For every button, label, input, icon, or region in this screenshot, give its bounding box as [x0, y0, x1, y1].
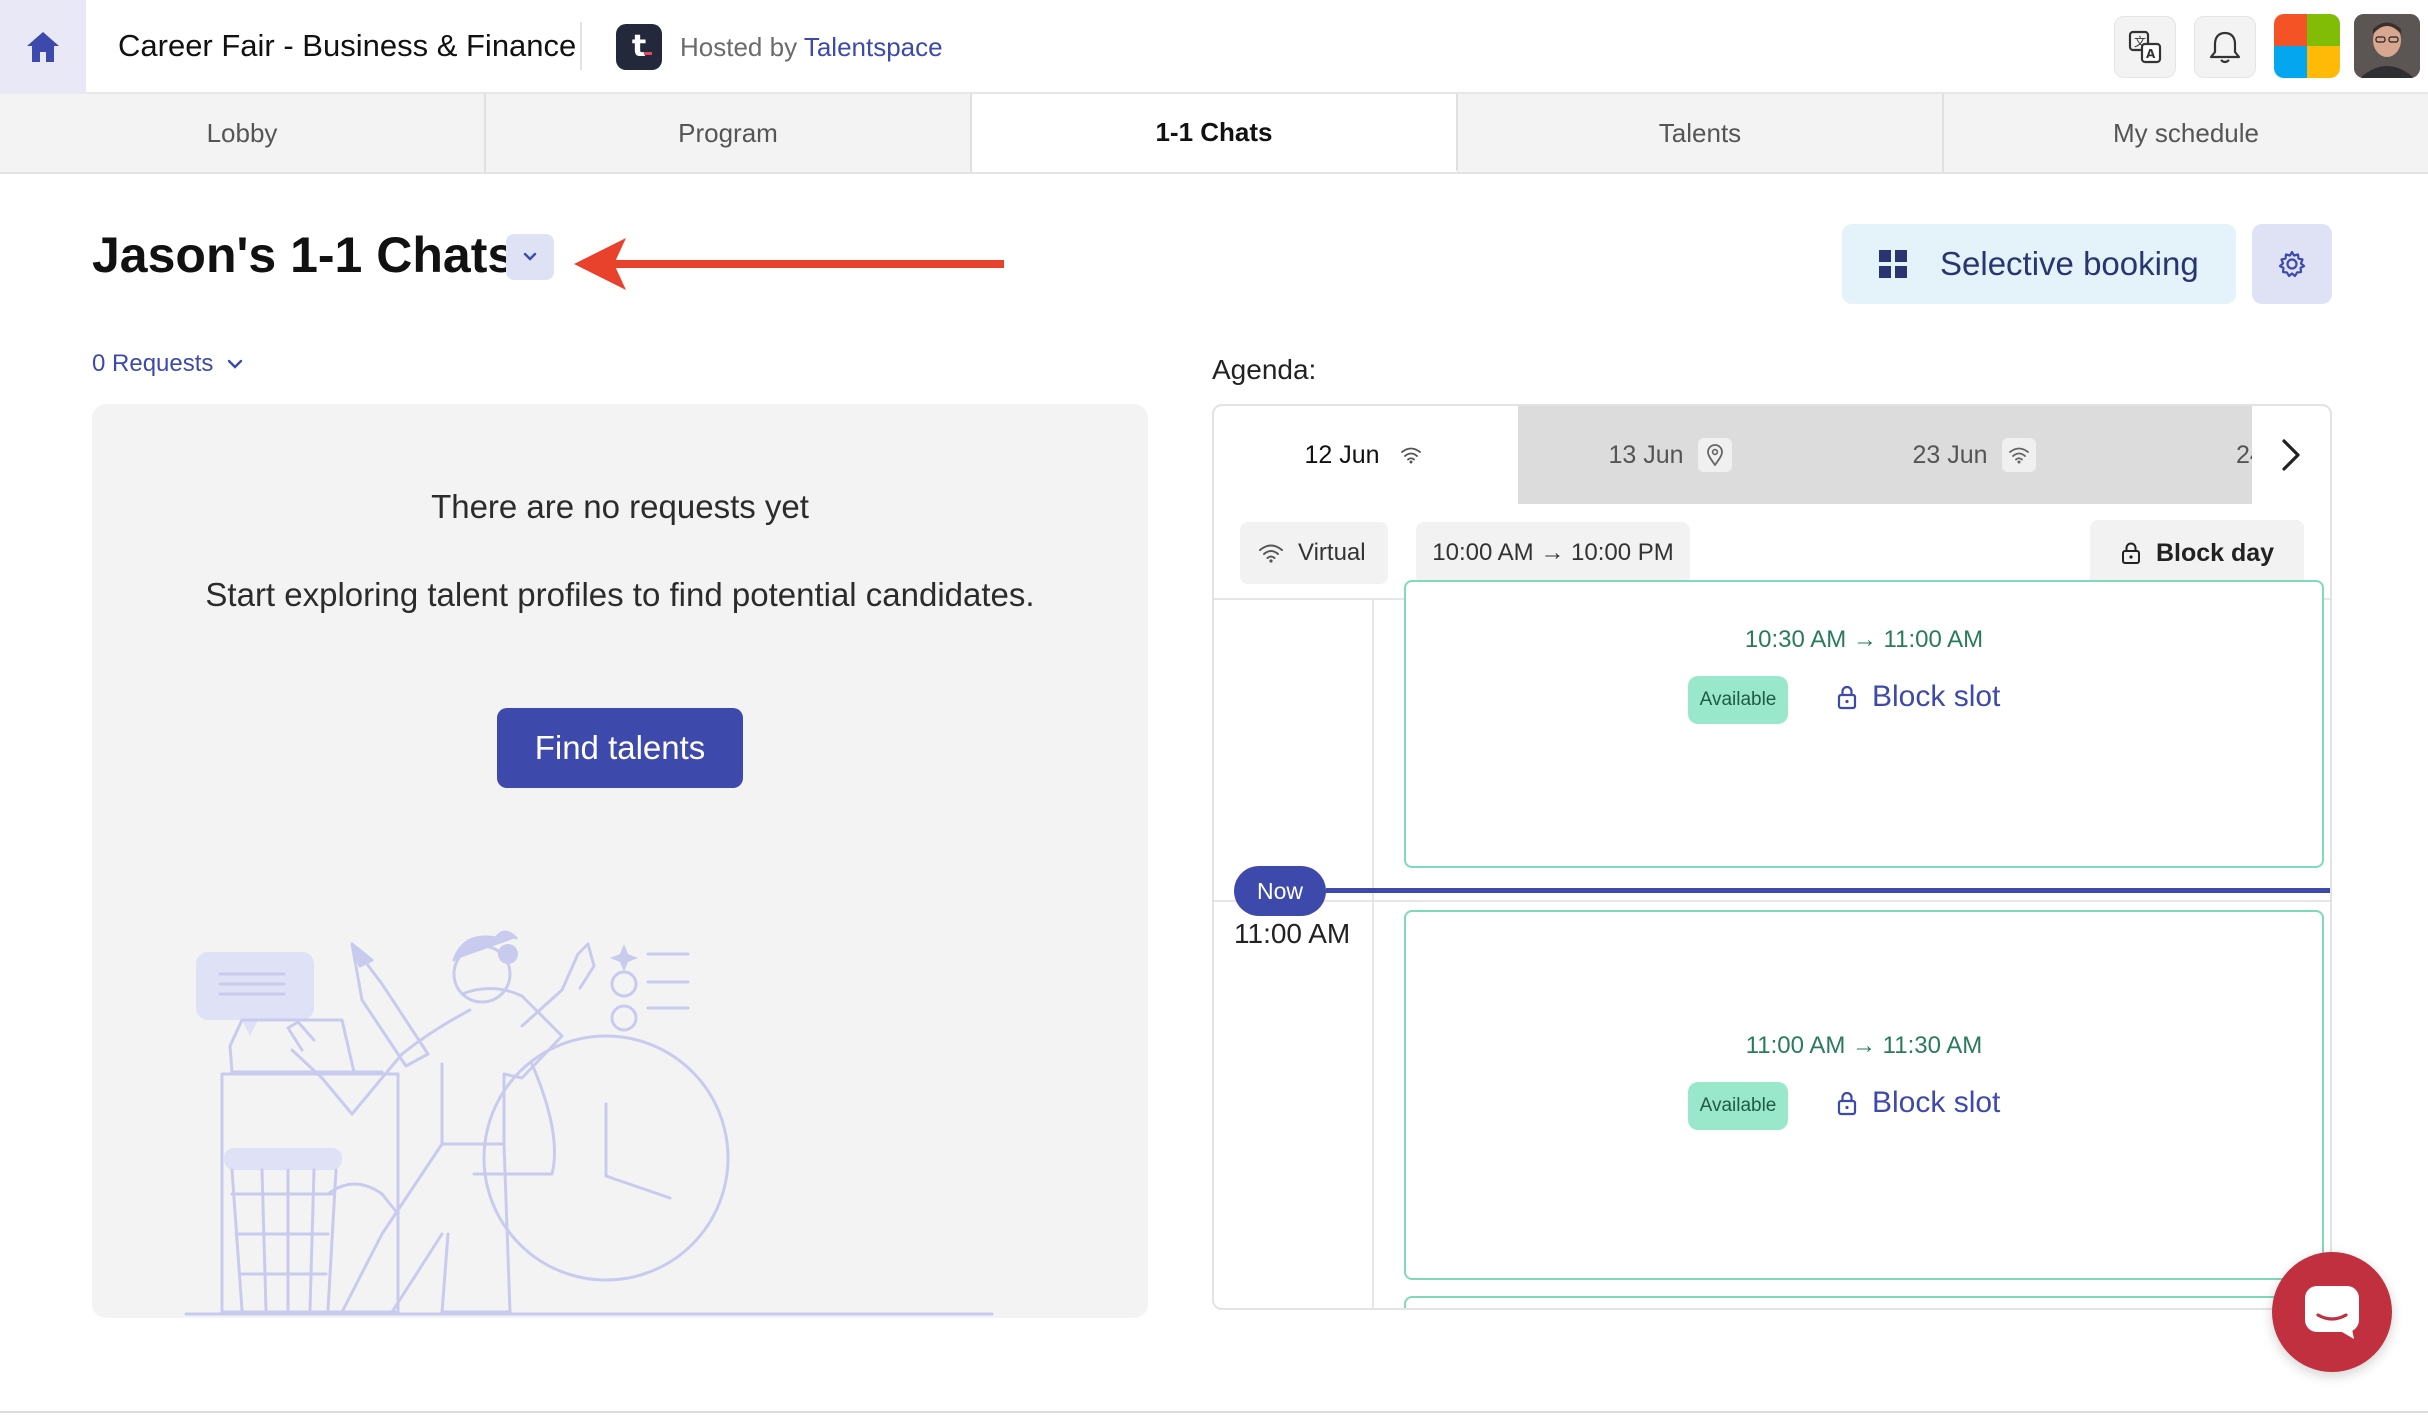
title-dropdown-button[interactable]: [506, 234, 554, 280]
svg-text:A: A: [2146, 47, 2156, 61]
selective-booking-label: Selective booking: [1940, 245, 2199, 282]
virtual-mode-label: Virtual: [1298, 539, 1366, 566]
hosted-by: Hosted by Talentspace: [680, 32, 943, 63]
support-chat-button[interactable]: [2272, 1252, 2392, 1372]
day-tab-label: 23 Jun: [1912, 440, 1988, 469]
tab-1-1-chats[interactable]: 1-1 Chats: [972, 94, 1458, 172]
tab-lobby[interactable]: Lobby: [0, 94, 486, 172]
notifications-button[interactable]: [2194, 16, 2256, 78]
translate-button[interactable]: 文 A: [2114, 16, 2176, 78]
host-logo-letter: t: [631, 29, 647, 64]
empty-state-subtitle: Start exploring talent profiles to find …: [205, 576, 1035, 613]
now-indicator: Now: [1234, 866, 1326, 916]
lock-icon: [2121, 542, 2140, 564]
tab-my-schedule[interactable]: My schedule: [1944, 94, 2428, 172]
selective-booking-button[interactable]: Selective booking: [1842, 224, 2236, 304]
status-badge: Available: [1688, 1082, 1788, 1130]
tab-talents[interactable]: Talents: [1458, 94, 1944, 172]
chevron-down-icon: [523, 252, 537, 261]
event-title: Career Fair - Business & Finance: [118, 28, 577, 63]
slot-time-range: 10:30 AM → 11:00 AM: [1744, 626, 1984, 653]
page-title: Jason's 1-1 Chats: [92, 227, 516, 283]
requests-dropdown[interactable]: 0 Requests: [92, 350, 245, 378]
organization-logo[interactable]: [2274, 14, 2340, 78]
chevron-right-icon: [2282, 439, 2300, 471]
grid-icon: [1879, 250, 1907, 278]
tab-program[interactable]: Program: [486, 94, 972, 172]
hosted-prefix: Hosted by: [680, 32, 798, 62]
wifi-icon: [1400, 447, 1421, 464]
empty-state-illustration: [184, 930, 994, 1316]
chevron-down-icon: [228, 359, 243, 369]
block-slot-label: Block slot: [1872, 1086, 2001, 1119]
hour-divider: [1214, 900, 2330, 902]
avatar-photo: [2354, 14, 2420, 78]
day-tab-12-jun[interactable]: 12 Jun: [1214, 406, 1518, 504]
host-link[interactable]: Talentspace: [804, 32, 943, 62]
settings-button[interactable]: [2252, 224, 2332, 304]
find-talents-button[interactable]: Find talents: [497, 708, 743, 788]
status-badge: Available: [1688, 676, 1788, 724]
agenda-day-tabs: 12 Jun 13 Jun 23 Jun 24: [1214, 406, 2330, 504]
lock-icon: [1837, 685, 1857, 710]
time-slot[interactable]: [1404, 1296, 2324, 1308]
time-range-chip[interactable]: 10:00 AM → 10:00 PM: [1416, 522, 1690, 584]
block-slot-button[interactable]: Block slot: [1836, 680, 2000, 714]
bell-icon: [2209, 31, 2241, 64]
virtual-mode-chip[interactable]: Virtual: [1240, 522, 1388, 584]
agenda-panel: 12 Jun 13 Jun 23 Jun 24 Virtual 10:00 AM…: [1212, 404, 2332, 1310]
requests-label: 0 Requests: [92, 350, 214, 377]
chat-icon: [2305, 1286, 2359, 1339]
lock-icon: [1837, 1091, 1857, 1116]
host-logo: t: [616, 24, 662, 70]
requests-empty-panel: There are no requests yet Start explorin…: [92, 404, 1148, 1318]
user-avatar[interactable]: [2354, 14, 2420, 78]
day-tab-23-jun[interactable]: 23 Jun: [1822, 406, 2126, 504]
annotation-arrow: [574, 238, 1004, 290]
block-day-label: Block day: [2155, 538, 2275, 567]
block-day-button[interactable]: Block day: [2090, 520, 2304, 586]
agenda-timeline: 10:30 AM → 11:00 AM Available Block slot…: [1214, 580, 2330, 1308]
main-tabs: Lobby Program 1-1 Chats Talents My sched…: [0, 94, 2428, 174]
wifi-icon: [1259, 544, 1283, 563]
day-tab-label: 13 Jun: [1608, 440, 1684, 469]
wifi-icon: [2008, 447, 2029, 464]
top-header: Career Fair - Business & Finance t Hoste…: [0, 0, 2428, 94]
block-slot-label: Block slot: [1872, 680, 2001, 713]
next-days-button[interactable]: [2252, 406, 2330, 504]
home-icon: [27, 32, 59, 62]
gear-icon: [2278, 250, 2306, 278]
hour-label: 11:00 AM: [1234, 918, 1351, 949]
slot-time-range: 11:00 AM → 11:30 AM: [1745, 1032, 1983, 1059]
home-button[interactable]: [0, 0, 86, 94]
time-column-divider: [1372, 600, 1374, 1308]
block-slot-button[interactable]: Block slot: [1836, 1086, 2000, 1120]
agenda-label: Agenda:: [1212, 354, 1317, 385]
day-tab-13-jun[interactable]: 13 Jun: [1518, 406, 1822, 504]
time-slot[interactable]: 11:00 AM → 11:30 AM Available Block slot: [1404, 910, 2324, 1280]
time-slot[interactable]: 10:30 AM → 11:00 AM Available Block slot: [1404, 580, 2324, 868]
day-tab-label: 12 Jun: [1304, 440, 1380, 469]
header-divider: [580, 22, 582, 70]
translate-icon: 文 A: [2128, 30, 2162, 64]
empty-state-title: There are no requests yet: [431, 488, 809, 525]
location-pin-icon: [1706, 444, 1723, 466]
current-time-line: [1326, 888, 2330, 893]
bottom-border: [0, 1411, 2428, 1413]
